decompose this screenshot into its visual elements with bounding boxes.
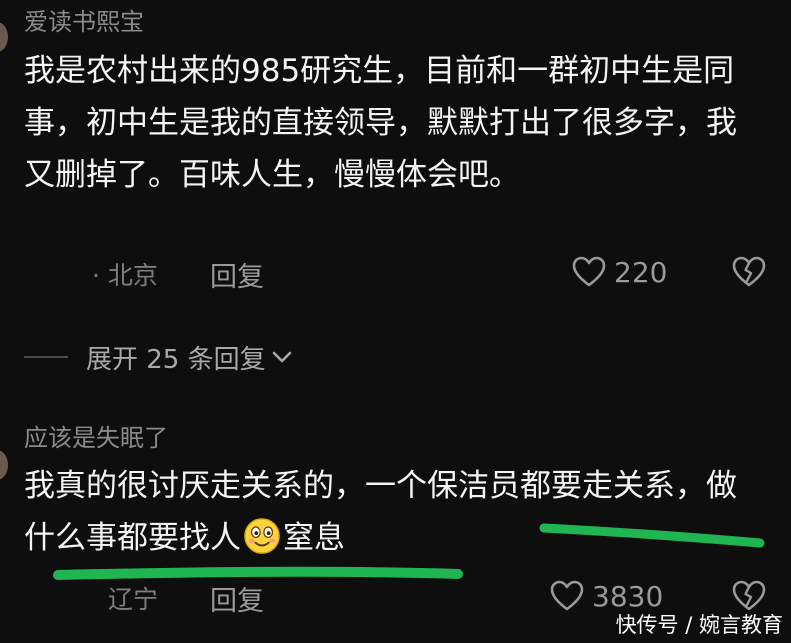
broken-heart-icon[interactable] (732, 256, 766, 288)
comment-username[interactable]: 爱读书熙宝 (24, 2, 144, 37)
expand-replies-button[interactable]: 展开 25 条回复 (24, 337, 294, 377)
avatar[interactable] (0, 22, 8, 52)
heart-outline-icon (572, 256, 606, 287)
comment-username[interactable]: 应该是失眠了 (24, 418, 168, 453)
like-count: 220 (614, 255, 668, 289)
comment-text-part: 我真的很讨厌走关系的，一个保洁员都要走关系，做什么事都要找人 (24, 468, 737, 556)
comment-text: 我是农村出来的985研究生，目前和一群初中生是同事，初中生是我的直接领导，默默打… (24, 53, 737, 193)
reply-button[interactable]: 回复 (210, 255, 264, 294)
divider (24, 356, 68, 358)
comment-location: 辽宁 (108, 585, 159, 614)
comment-text-part: 窒息 (283, 520, 345, 556)
comment-text: 我真的很讨厌走关系的，一个保洁员都要走关系，做什么事都要找人 窒息 (24, 460, 764, 564)
comment-meta-row: · 北京 回复 220 (0, 252, 791, 294)
avatar[interactable] (0, 450, 8, 480)
like-button[interactable]: 220 (572, 252, 667, 292)
watermark: 快传号 / 婉言教育 (615, 613, 783, 637)
chevron-down-icon (272, 351, 291, 363)
broken-heart-icon[interactable] (732, 580, 766, 612)
reply-button[interactable]: 回复 (210, 579, 264, 618)
like-count: 3830 (592, 579, 664, 613)
heart-outline-icon (550, 580, 584, 611)
expand-replies-label: 展开 25 条回复 (86, 344, 266, 375)
smiling-face-emoji-icon (244, 518, 280, 554)
comment-location: · 北京 (92, 261, 158, 290)
